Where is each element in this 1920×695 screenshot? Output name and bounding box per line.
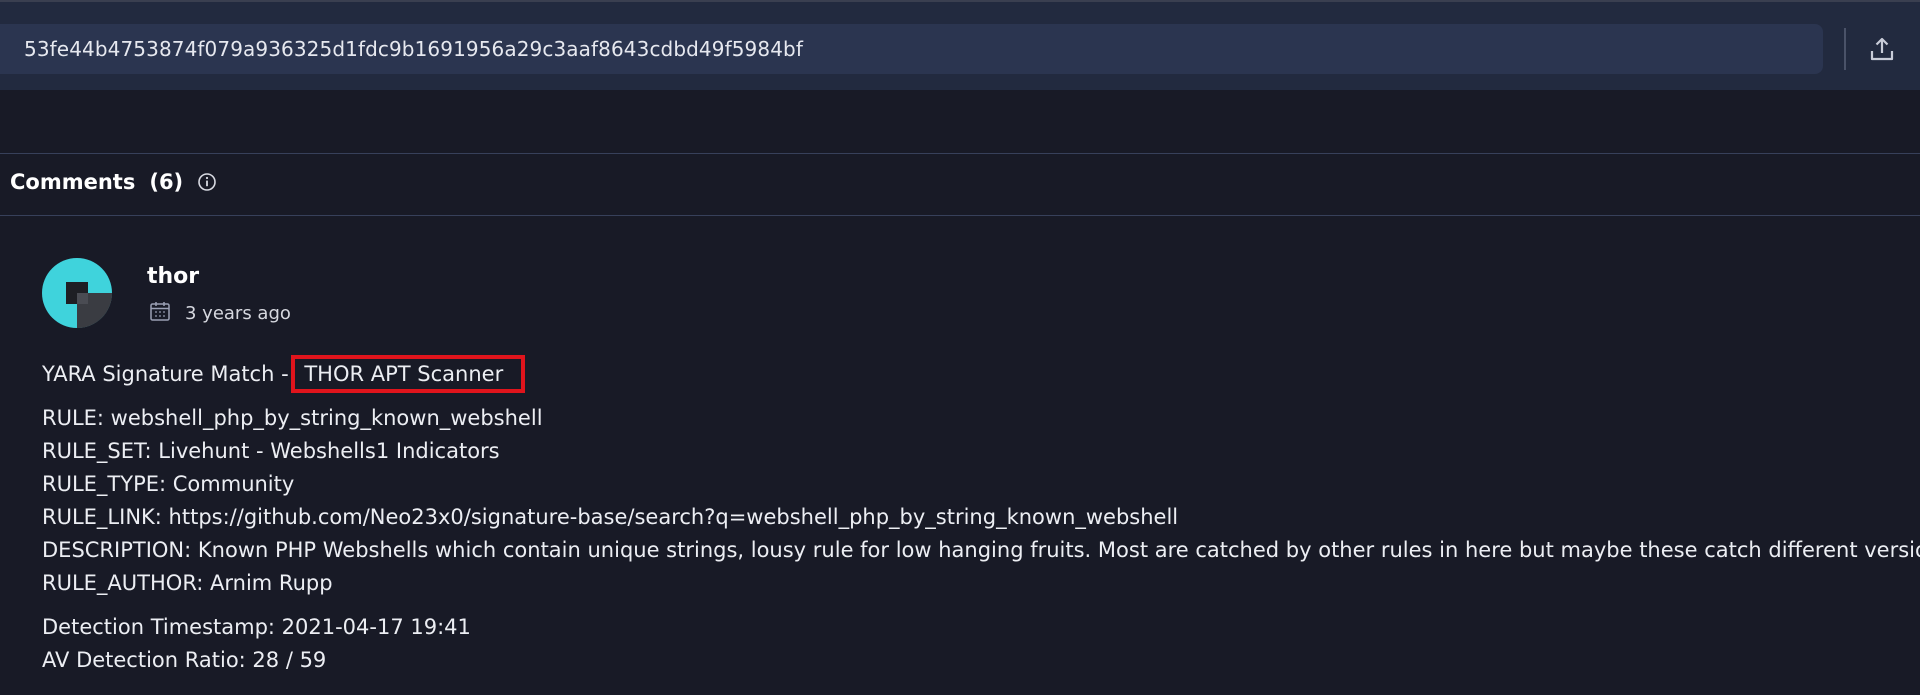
comments-title: Comments bbox=[10, 170, 136, 194]
rule-link-line[interactable]: RULE_LINK: https://github.com/Neo23x0/si… bbox=[42, 501, 1920, 534]
rule-set-line: RULE_SET: Livehunt - Webshells1 Indicato… bbox=[42, 439, 500, 463]
hash-search-input[interactable]: 53fe44b4753874f079a936325d1fdc9b1691956a… bbox=[0, 24, 1823, 74]
rule-type-line: RULE_TYPE: Community bbox=[42, 472, 295, 496]
hash-value: 53fe44b4753874f079a936325d1fdc9b1691956a… bbox=[24, 37, 803, 61]
av-ratio-line: AV Detection Ratio: 28 / 59 bbox=[42, 648, 327, 672]
top-bar: 53fe44b4753874f079a936325d1fdc9b1691956a… bbox=[0, 0, 1920, 90]
rule-author-line: RULE_AUTHOR: Arnim Rupp bbox=[42, 571, 333, 595]
detection-timestamp-line: Detection Timestamp: 2021-04-17 19:41 bbox=[42, 615, 471, 639]
toolbar-divider bbox=[1844, 28, 1846, 70]
comment-date: 3 years ago bbox=[185, 303, 291, 324]
avatar[interactable] bbox=[42, 258, 112, 328]
comments-header: Comments (6) bbox=[10, 170, 217, 194]
calendar-icon bbox=[149, 300, 171, 327]
comments-count: (6) bbox=[149, 170, 184, 194]
upload-icon bbox=[1869, 36, 1895, 66]
comment-author[interactable]: thor bbox=[147, 264, 199, 289]
rule-line: RULE: webshell_php_by_string_known_websh… bbox=[42, 406, 543, 430]
highlighted-scanner-name: THOR APT Scanner bbox=[291, 355, 526, 393]
description-line: DESCRIPTION: Known PHP Webshells which c… bbox=[42, 538, 1920, 562]
section-divider-top bbox=[0, 153, 1920, 154]
upload-button[interactable] bbox=[1862, 31, 1902, 71]
comment-first-line: YARA Signature Match - THOR APT Scanner bbox=[42, 355, 1920, 393]
info-icon[interactable] bbox=[197, 172, 217, 192]
comment-meta: 3 years ago bbox=[149, 300, 291, 327]
section-divider-bottom bbox=[0, 215, 1920, 216]
comment-body: YARA Signature Match - THOR APT Scanner … bbox=[42, 355, 1920, 677]
yara-match-prefix: YARA Signature Match - bbox=[42, 362, 296, 386]
